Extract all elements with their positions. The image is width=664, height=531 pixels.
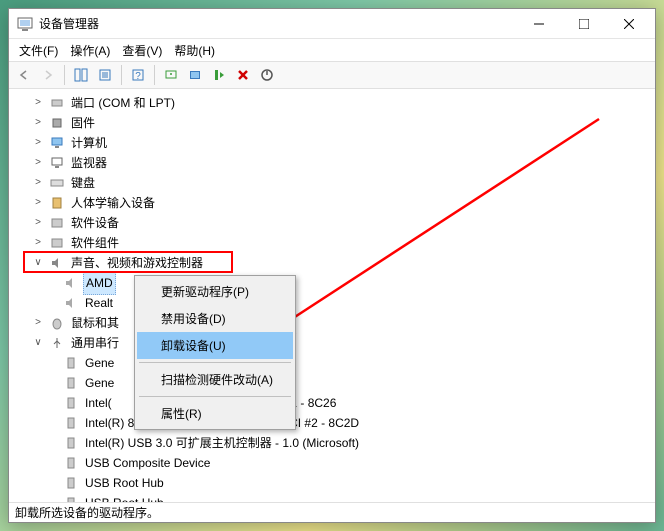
expand-icon[interactable]: > bbox=[31, 93, 45, 113]
update-driver-button[interactable] bbox=[184, 64, 206, 86]
menu-scan-hardware[interactable]: 扫描检测硬件改动(A) bbox=[137, 366, 293, 393]
menu-action[interactable]: 操作(A) bbox=[64, 40, 116, 61]
scan-hardware-button[interactable] bbox=[160, 64, 182, 86]
tree-content[interactable]: >端口 (COM 和 LPT) >固件 >计算机 >监视器 >键盘 >人体学输入… bbox=[9, 89, 655, 502]
usb-icon bbox=[49, 335, 65, 351]
menu-properties[interactable]: 属性(R) bbox=[137, 400, 293, 427]
context-menu: 更新驱动程序(P) 禁用设备(D) 卸载设备(U) 扫描检测硬件改动(A) 属性… bbox=[134, 275, 296, 430]
tree-item-ports[interactable]: >端口 (COM 和 LPT) bbox=[9, 93, 655, 113]
menubar: 文件(F) 操作(A) 查看(V) 帮助(H) bbox=[9, 39, 655, 61]
hid-icon bbox=[49, 195, 65, 211]
properties-button[interactable] bbox=[94, 64, 116, 86]
tree-item-usb-generic2[interactable]: Gene bbox=[9, 373, 655, 393]
titlebar: 设备管理器 bbox=[9, 9, 655, 39]
expand-icon[interactable]: > bbox=[31, 233, 45, 253]
tree-item-hid[interactable]: >人体学输入设备 bbox=[9, 193, 655, 213]
uninstall-button[interactable] bbox=[232, 64, 254, 86]
tree-item-monitor[interactable]: >监视器 bbox=[9, 153, 655, 173]
sound-icon bbox=[49, 255, 65, 271]
tree-item-firmware[interactable]: >固件 bbox=[9, 113, 655, 133]
usb-device-icon bbox=[63, 435, 79, 451]
expand-icon[interactable]: > bbox=[31, 133, 45, 153]
tree-item-usb-roothub2[interactable]: USB Root Hub bbox=[9, 493, 655, 502]
statusbar: 卸载所选设备的驱动程序。 bbox=[9, 502, 655, 522]
show-hide-tree-button[interactable] bbox=[70, 64, 92, 86]
software-icon bbox=[49, 215, 65, 231]
menu-update-driver[interactable]: 更新驱动程序(P) bbox=[137, 278, 293, 305]
enable-button[interactable] bbox=[208, 64, 230, 86]
expand-icon[interactable]: > bbox=[31, 113, 45, 133]
menu-separator bbox=[139, 396, 291, 397]
toolbar: ? bbox=[9, 61, 655, 89]
tree-item-usb-intel1[interactable]: Intel(#1 - 8C26 bbox=[9, 393, 655, 413]
app-icon bbox=[17, 16, 33, 32]
tree-item-software-components[interactable]: >软件组件 bbox=[9, 233, 655, 253]
expand-icon[interactable]: > bbox=[31, 173, 45, 193]
collapse-icon[interactable]: ∨ bbox=[31, 253, 45, 273]
keyboard-icon bbox=[49, 175, 65, 191]
collapse-icon[interactable]: ∨ bbox=[31, 333, 45, 353]
tree-item-sound-realtek[interactable]: Realt bbox=[9, 293, 655, 313]
device-manager-window: 设备管理器 文件(F) 操作(A) 查看(V) 帮助(H) ? >端口 (COM… bbox=[8, 8, 656, 523]
tree-item-usb-generic1[interactable]: Gene bbox=[9, 353, 655, 373]
expand-icon[interactable]: > bbox=[31, 213, 45, 233]
audio-device-icon bbox=[63, 295, 79, 311]
component-icon bbox=[49, 235, 65, 251]
tree-item-usb-composite[interactable]: USB Composite Device bbox=[9, 453, 655, 473]
menu-separator bbox=[139, 362, 291, 363]
maximize-button[interactable] bbox=[561, 10, 606, 38]
menu-uninstall-device[interactable]: 卸载设备(U) bbox=[137, 332, 293, 359]
tree-item-usb-intel3[interactable]: Intel(R) USB 3.0 可扩展主机控制器 - 1.0 (Microso… bbox=[9, 433, 655, 453]
status-text: 卸载所选设备的驱动程序。 bbox=[15, 504, 159, 521]
expand-icon[interactable]: > bbox=[31, 153, 45, 173]
tree-item-mouse[interactable]: >鼠标和其 bbox=[9, 313, 655, 333]
window-title: 设备管理器 bbox=[39, 15, 516, 32]
usb-device-icon bbox=[63, 475, 79, 491]
mouse-icon bbox=[49, 315, 65, 331]
minimize-button[interactable] bbox=[516, 10, 561, 38]
monitor-icon bbox=[49, 155, 65, 171]
menu-disable-device[interactable]: 禁用设备(D) bbox=[137, 305, 293, 332]
help-button[interactable]: ? bbox=[127, 64, 149, 86]
usb-device-icon bbox=[63, 395, 79, 411]
tree-item-usb-intel2[interactable]: Intel(R) 8 Series/C220 Series USB EHCI #… bbox=[9, 413, 655, 433]
usb-device-icon bbox=[63, 455, 79, 471]
tree-item-sound[interactable]: ∨声音、视频和游戏控制器 bbox=[9, 253, 655, 273]
usb-device-icon bbox=[63, 495, 79, 502]
svg-text:?: ? bbox=[135, 71, 141, 82]
computer-icon bbox=[49, 135, 65, 151]
forward-button[interactable] bbox=[37, 64, 59, 86]
tree-item-usb[interactable]: ∨通用串行 bbox=[9, 333, 655, 353]
usb-device-icon bbox=[63, 415, 79, 431]
tree-item-usb-roothub1[interactable]: USB Root Hub bbox=[9, 473, 655, 493]
close-button[interactable] bbox=[606, 10, 651, 38]
audio-device-icon bbox=[63, 275, 79, 291]
tree-item-sound-amd[interactable]: AMD bbox=[9, 273, 655, 293]
disable-button[interactable] bbox=[256, 64, 278, 86]
menu-help[interactable]: 帮助(H) bbox=[168, 40, 221, 61]
back-button[interactable] bbox=[13, 64, 35, 86]
firmware-icon bbox=[49, 115, 65, 131]
tree-item-computer[interactable]: >计算机 bbox=[9, 133, 655, 153]
window-controls bbox=[516, 10, 651, 38]
expand-icon[interactable]: > bbox=[31, 193, 45, 213]
tree-item-keyboard[interactable]: >键盘 bbox=[9, 173, 655, 193]
menu-file[interactable]: 文件(F) bbox=[13, 40, 64, 61]
expand-icon[interactable]: > bbox=[31, 313, 45, 333]
usb-device-icon bbox=[63, 355, 79, 371]
port-icon bbox=[49, 95, 65, 111]
tree-item-software-devices[interactable]: >软件设备 bbox=[9, 213, 655, 233]
usb-device-icon bbox=[63, 375, 79, 391]
menu-view[interactable]: 查看(V) bbox=[116, 40, 168, 61]
